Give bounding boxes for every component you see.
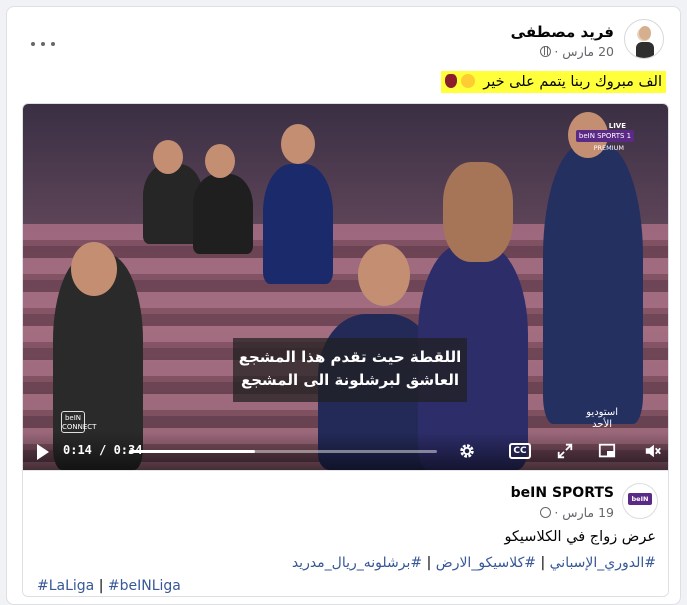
more-dot (31, 42, 35, 46)
studio-line-1: استوديو (586, 407, 618, 418)
shared-post[interactable]: LIVE beIN SPORTS 1 PREMIUM استوديو الأحد… (22, 103, 669, 597)
hashtags-latin: #LaLiga | #beINLiga (37, 578, 181, 594)
more-options-button[interactable] (31, 37, 55, 51)
spectator (193, 174, 253, 254)
hashtag-link[interactable]: #beINLiga (108, 578, 181, 594)
spectator-head (153, 140, 183, 174)
channel-name: beIN SPORTS 1 (576, 130, 634, 142)
more-dot (51, 42, 55, 46)
channel-logo: LIVE beIN SPORTS 1 PREMIUM (574, 122, 634, 154)
shared-meta: 19 مارس · (540, 505, 614, 520)
hashtag-link[interactable]: #الدوري_الإسباني (550, 555, 656, 571)
spectator-head (281, 124, 315, 164)
spectator-head (71, 242, 117, 296)
shared-post-details: beIN beIN SPORTS 19 مارس · عرض زواج في ا… (23, 470, 668, 596)
play-icon[interactable] (37, 444, 49, 460)
live-label: LIVE (608, 122, 626, 130)
bein-logo-icon: beIN (628, 493, 652, 505)
channel-tier: PREMIUM (593, 144, 624, 152)
avatar-body (636, 42, 654, 58)
page-name[interactable]: beIN SPORTS (511, 485, 614, 501)
more-dot (41, 42, 45, 46)
video-subtitle: اللقطة حيث تقدم هذا المشجع العاشق لبرشلو… (233, 338, 467, 402)
studio-watermark: استوديو الأحد (586, 407, 618, 431)
spectator (263, 164, 333, 284)
picture-in-picture-icon[interactable] (597, 442, 617, 460)
hashtag-link[interactable]: #كلاسيكو_الارض (436, 555, 536, 571)
spectator (543, 144, 643, 424)
author-avatar[interactable] (624, 19, 664, 59)
captions-icon[interactable]: CC (509, 443, 531, 459)
expand-icon[interactable] (555, 442, 575, 460)
post-date[interactable]: 20 مارس · (554, 44, 614, 59)
gear-icon[interactable] (457, 442, 477, 460)
progress-bar[interactable] (129, 450, 437, 453)
avatar-head (639, 26, 651, 40)
separator: | (98, 578, 104, 594)
video-controls: 0:14 / 0:34 CC (23, 432, 668, 470)
woman-fan-hair (443, 162, 513, 262)
hashtags-arabic: #الدوري_الإسباني | #كلاسيكو_الارض | #برش… (292, 555, 656, 571)
subtitle-line-1: اللقطة حيث تقدم هذا المشجع (238, 348, 462, 366)
separator: | (426, 555, 432, 571)
progress-fill (129, 450, 256, 453)
hushed-face-emoji-icon (460, 74, 475, 88)
hashtag-link[interactable]: #LaLiga (37, 578, 94, 594)
video-player[interactable]: LIVE beIN SPORTS 1 PREMIUM استوديو الأحد… (23, 104, 668, 470)
page-avatar[interactable]: beIN (622, 483, 658, 519)
separator: | (540, 555, 546, 571)
caption-text: الف مبروك ربنا يتمم على خير (483, 74, 662, 90)
bein-connect-logo: beIN CONNECT (61, 411, 96, 433)
post-caption: الف مبروك ربنا يتمم على خير (440, 71, 666, 93)
post-card: فريد مصطفى 20 مارس · الف مبروك ربنا يتمم… (6, 6, 681, 605)
anatomical-heart-emoji-icon (444, 74, 457, 88)
shared-date[interactable]: 19 مارس · (554, 505, 614, 520)
globe-icon (540, 507, 552, 518)
globe-icon (540, 46, 552, 57)
spectator-head (205, 144, 235, 178)
shared-text: عرض زواج في الكلاسيكو (504, 529, 656, 545)
hashtag-link[interactable]: #برشلونه_ريال_مدريد (292, 555, 422, 571)
volume-muted-icon[interactable] (643, 442, 663, 460)
post-meta: 20 مارس · (540, 44, 614, 59)
proposing-fan-head (358, 244, 410, 306)
studio-line-2: الأحد (592, 419, 613, 430)
subtitle-line-2: العاشق لبرشلونة الى المشجع (240, 371, 459, 389)
author-name[interactable]: فريد مصطفى (511, 23, 614, 41)
